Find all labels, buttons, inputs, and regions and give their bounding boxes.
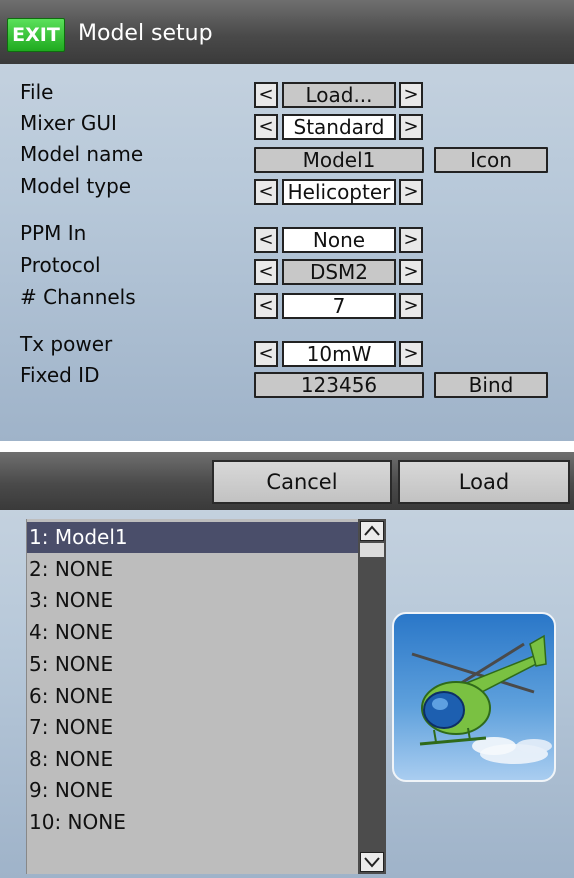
helicopter-icon xyxy=(411,634,552,764)
channels-value[interactable]: 7 xyxy=(282,293,396,319)
tx-power-prev-arrow[interactable]: < xyxy=(254,341,278,367)
list-scrollbar[interactable] xyxy=(358,519,386,874)
mixer-gui-value[interactable]: Standard xyxy=(282,114,396,140)
exit-button[interactable]: EXIT xyxy=(7,18,65,52)
list-item[interactable]: 6: NONE xyxy=(27,681,359,712)
model-name-button[interactable]: Model1 xyxy=(254,147,424,173)
protocol-value[interactable]: DSM2 xyxy=(282,259,396,285)
tx-power-label: Tx power xyxy=(20,332,113,356)
list-item[interactable]: 4: NONE xyxy=(27,617,359,648)
protocol-next-arrow[interactable]: > xyxy=(399,259,423,285)
list-item[interactable]: 3: NONE xyxy=(27,585,359,616)
model-type-prev-arrow[interactable]: < xyxy=(254,179,278,205)
list-item[interactable]: 2: NONE xyxy=(27,554,359,585)
icon-button[interactable]: Icon xyxy=(434,147,548,173)
ppm-in-value[interactable]: None xyxy=(282,227,396,253)
mixer-gui-prev-arrow[interactable]: < xyxy=(254,114,278,140)
file-label: File xyxy=(20,80,54,104)
ppm-in-next-arrow[interactable]: > xyxy=(399,227,423,253)
channels-prev-arrow[interactable]: < xyxy=(254,293,278,319)
tx-power-next-arrow[interactable]: > xyxy=(399,341,423,367)
ppm-in-prev-arrow[interactable]: < xyxy=(254,227,278,253)
bind-button[interactable]: Bind xyxy=(434,372,548,398)
chevron-up-icon xyxy=(364,525,380,536)
tx-power-value[interactable]: 10mW xyxy=(282,341,396,367)
scroll-up-button[interactable] xyxy=(360,521,384,541)
load-model-dialog: Cancel Load 1: Model1 2: NONE 3: NONE 4:… xyxy=(0,452,574,878)
protocol-label: Protocol xyxy=(20,253,101,277)
title-bar: EXIT Model setup xyxy=(0,0,574,64)
model-type-label: Model type xyxy=(20,174,132,198)
cancel-button[interactable]: Cancel xyxy=(212,460,392,504)
list-item[interactable]: 5: NONE xyxy=(27,649,359,680)
list-item[interactable]: 1: Model1 xyxy=(27,522,359,553)
channels-label: # Channels xyxy=(20,285,136,309)
load-button[interactable]: Load xyxy=(398,460,570,504)
scroll-thumb[interactable] xyxy=(360,543,384,557)
fixed-id-label: Fixed ID xyxy=(20,363,100,387)
chevron-down-icon xyxy=(364,857,380,868)
model-type-value[interactable]: Helicopter xyxy=(282,179,396,205)
page-title: Model setup xyxy=(78,21,213,46)
file-load-button[interactable]: Load... xyxy=(282,82,396,108)
file-next-arrow[interactable]: > xyxy=(399,82,423,108)
model-setup-page: EXIT Model setup File < Load... > Mixer … xyxy=(0,0,574,441)
list-item[interactable]: 9: NONE xyxy=(27,775,359,806)
model-name-label: Model name xyxy=(20,142,144,166)
list-item[interactable]: 10: NONE xyxy=(27,807,359,838)
protocol-prev-arrow[interactable]: < xyxy=(254,259,278,285)
ppm-in-label: PPM In xyxy=(20,221,87,245)
list-item[interactable]: 8: NONE xyxy=(27,744,359,775)
scroll-down-button[interactable] xyxy=(360,852,384,872)
channels-next-arrow[interactable]: > xyxy=(399,293,423,319)
mixer-gui-next-arrow[interactable]: > xyxy=(399,114,423,140)
fixed-id-button[interactable]: 123456 xyxy=(254,372,424,398)
model-preview xyxy=(392,612,556,782)
list-item[interactable]: 7: NONE xyxy=(27,712,359,743)
file-prev-arrow[interactable]: < xyxy=(254,82,278,108)
dialog-header: Cancel Load xyxy=(0,452,574,510)
model-list: 1: Model1 2: NONE 3: NONE 4: NONE 5: NON… xyxy=(26,519,359,874)
mixer-gui-label: Mixer GUI xyxy=(20,111,117,135)
model-type-next-arrow[interactable]: > xyxy=(399,179,423,205)
